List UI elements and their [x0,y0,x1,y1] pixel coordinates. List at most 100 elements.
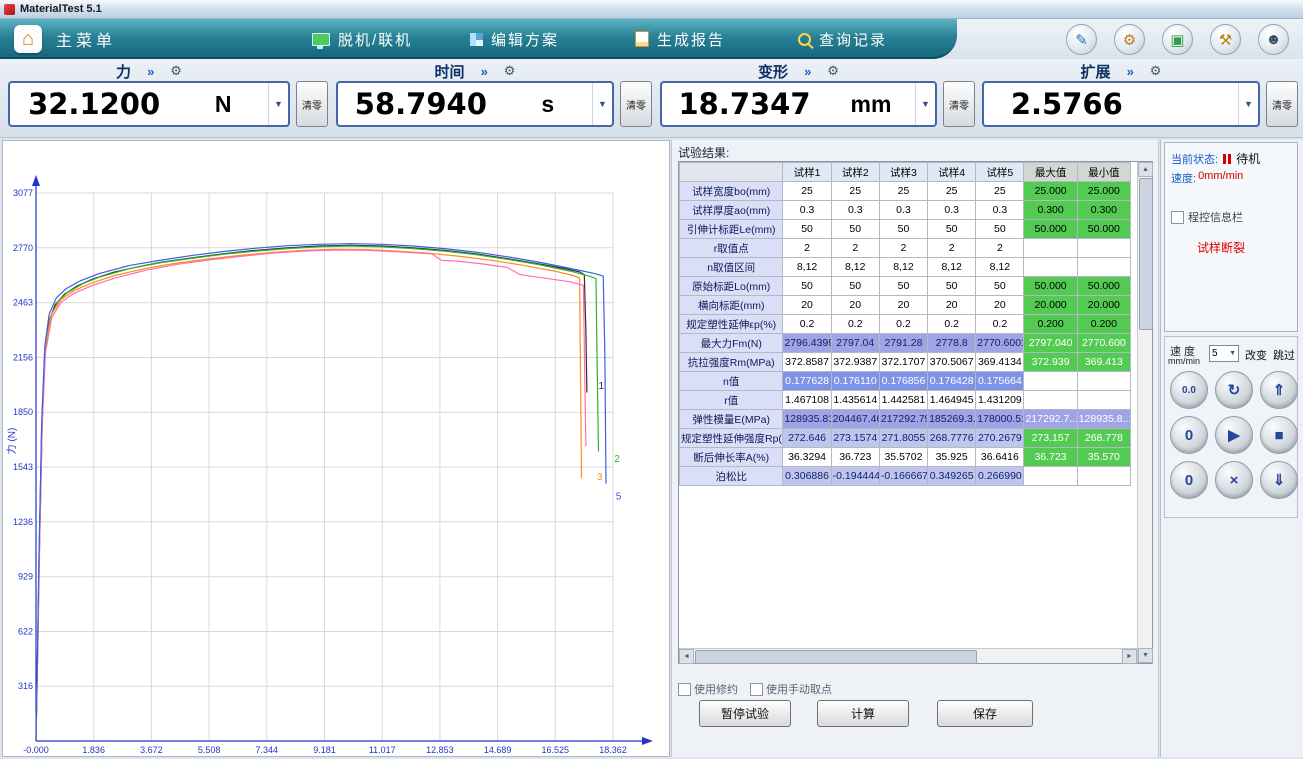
sample-value-cell[interactable]: 0.266990 [976,467,1024,486]
sample-value-cell[interactable]: 50 [976,277,1024,296]
sample-value-cell[interactable]: 8,12 [783,258,831,277]
sample-value-cell[interactable]: 36.723 [831,448,879,467]
sample-value-cell[interactable]: 0.176428 [928,372,976,391]
sample-value-cell[interactable]: 204467.46... [831,410,879,429]
gear-icon[interactable]: ⚙ [170,63,182,79]
program-info-checkbox[interactable]: 程控信息栏 [1171,209,1243,225]
chevrons-icon[interactable]: » [147,64,154,79]
sample-value-cell[interactable]: 8,12 [831,258,879,277]
use-manual-point-checkbox[interactable]: 使用手动取点 [750,681,832,697]
return-button[interactable]: ↻ [1215,371,1253,409]
vertical-scroll-thumb[interactable] [1139,178,1153,330]
sample-value-cell[interactable]: 0.175664 [976,372,1024,391]
sample-value-cell[interactable]: 0.3 [831,201,879,220]
sample-value-cell[interactable]: 0.2 [928,315,976,334]
clear-time-button[interactable]: 清零 [620,81,652,127]
nav-item-edit-scheme[interactable]: 编辑方案 [470,19,559,59]
nav-item-offline-online[interactable]: 脱机/联机 [312,19,412,59]
clear-deformation-button[interactable]: 清零 [943,81,975,127]
sample-value-cell[interactable]: 36.3294 [783,448,831,467]
unit-dropdown-icon[interactable]: ▼ [268,83,288,125]
nav-item-generate-report[interactable]: 生成报告 [635,19,725,59]
calculate-button[interactable]: 计算 [817,700,909,727]
clear-force-button[interactable]: 清零 [296,81,328,127]
sample-value-cell[interactable]: 2796.4399 [783,334,831,353]
sample-value-cell[interactable]: 50 [928,277,976,296]
sample-value-cell[interactable]: 1.435614 [831,391,879,410]
sample-value-cell[interactable]: 50 [831,220,879,239]
sample-value-cell[interactable]: 2 [976,239,1024,258]
chevrons-icon[interactable]: » [1127,64,1134,79]
sample-value-cell[interactable]: 2797.04 [831,334,879,353]
unit-dropdown-icon[interactable]: ▼ [915,83,935,125]
edit-tool-icon[interactable]: ✎ [1066,24,1097,55]
sample-value-cell[interactable]: 271.8055 [879,429,927,448]
use-rounding-checkbox[interactable]: 使用修约 [678,681,738,697]
sample-value-cell[interactable]: 0.3 [928,201,976,220]
sample-value-cell[interactable]: 1.464945 [928,391,976,410]
nav-item-query-records[interactable]: 查询记录 [798,19,887,59]
sample-value-cell[interactable]: 0.2 [976,315,1024,334]
sample-value-cell[interactable]: 370.5067 [928,353,976,372]
sample-value-cell[interactable]: 2 [928,239,976,258]
speed-select[interactable]: 5 ▼ [1209,345,1239,362]
sample-value-cell[interactable]: 2791.28 [879,334,927,353]
sample-value-cell[interactable]: 50 [783,277,831,296]
sample-value-cell[interactable]: 20 [783,296,831,315]
emergency-stop-button[interactable]: × [1215,461,1253,499]
chevrons-icon[interactable]: » [804,64,811,79]
sample-value-cell[interactable]: 0.3 [879,201,927,220]
sample-value-cell[interactable]: 8,12 [928,258,976,277]
sample-value-cell[interactable]: 268.7776 [928,429,976,448]
sample-value-cell[interactable]: 372.1707 [879,353,927,372]
sample-value-cell[interactable]: 0.2 [783,315,831,334]
unit-dropdown-icon[interactable]: ▼ [592,83,612,125]
sample-value-cell[interactable]: 36.6416 [976,448,1024,467]
sample-value-cell[interactable]: 2 [831,239,879,258]
sample-value-cell[interactable]: 50 [879,220,927,239]
scroll-up-icon[interactable]: ▲ [1138,162,1153,177]
main-menu-label[interactable]: 主菜单 [56,19,116,59]
sample-value-cell[interactable]: 1.431209 [976,391,1024,410]
tools-icon[interactable]: ⚒ [1210,24,1241,55]
sample-value-cell[interactable]: 0.177628 [783,372,831,391]
sample-value-cell[interactable]: 0.3 [783,201,831,220]
unit-dropdown-icon[interactable]: ▼ [1238,83,1258,125]
sample-value-cell[interactable]: 50 [831,277,879,296]
zero-force-button[interactable]: 0 [1170,416,1208,454]
chevrons-icon[interactable]: » [481,64,488,79]
sample-value-cell[interactable]: 2 [879,239,927,258]
zero-extension-button[interactable]: 0 [1170,461,1208,499]
jog-up-button[interactable]: ⇑ [1260,371,1298,409]
sample-value-cell[interactable]: 217292.79... [879,410,927,429]
change-speed-button[interactable]: 改变 [1245,347,1267,363]
home-button[interactable]: ⌂ [14,25,42,53]
horizontal-scrollbar[interactable]: ◄ ► [679,648,1137,663]
sample-value-cell[interactable]: 0.3 [976,201,1024,220]
sample-value-cell[interactable]: 0.2 [879,315,927,334]
sample-value-cell[interactable]: 372.8587 [783,353,831,372]
sample-value-cell[interactable]: 25 [928,182,976,201]
sample-value-cell[interactable]: 0.176110 [831,372,879,391]
sample-value-cell[interactable]: 2770.6001 [976,334,1024,353]
sample-value-cell[interactable]: 1.467108 [783,391,831,410]
sample-value-cell[interactable]: 20 [831,296,879,315]
sample-value-cell[interactable]: 272.646 [783,429,831,448]
sample-value-cell[interactable]: 50 [879,277,927,296]
scroll-right-icon[interactable]: ► [1122,649,1137,664]
sample-value-cell[interactable]: -0.194444 [831,467,879,486]
sample-value-cell[interactable]: 2 [783,239,831,258]
save-button[interactable]: 保存 [937,700,1033,727]
gear-icon[interactable]: ⚙ [827,63,839,79]
zero-displacement-button[interactable]: 0.0 [1170,371,1208,409]
run-button[interactable]: ▶ [1215,416,1253,454]
sample-value-cell[interactable]: 20 [879,296,927,315]
sample-value-cell[interactable]: 25 [783,182,831,201]
sample-value-cell[interactable]: 1.442581 [879,391,927,410]
skip-button[interactable]: 跳过 [1273,347,1295,363]
sample-value-cell[interactable]: 369.4134 [976,353,1024,372]
settings-gears-icon[interactable]: ⚙ [1114,24,1145,55]
sample-value-cell[interactable]: 178000.51... [976,410,1024,429]
sample-value-cell[interactable]: 50 [928,220,976,239]
stop-button[interactable]: ■ [1260,416,1298,454]
